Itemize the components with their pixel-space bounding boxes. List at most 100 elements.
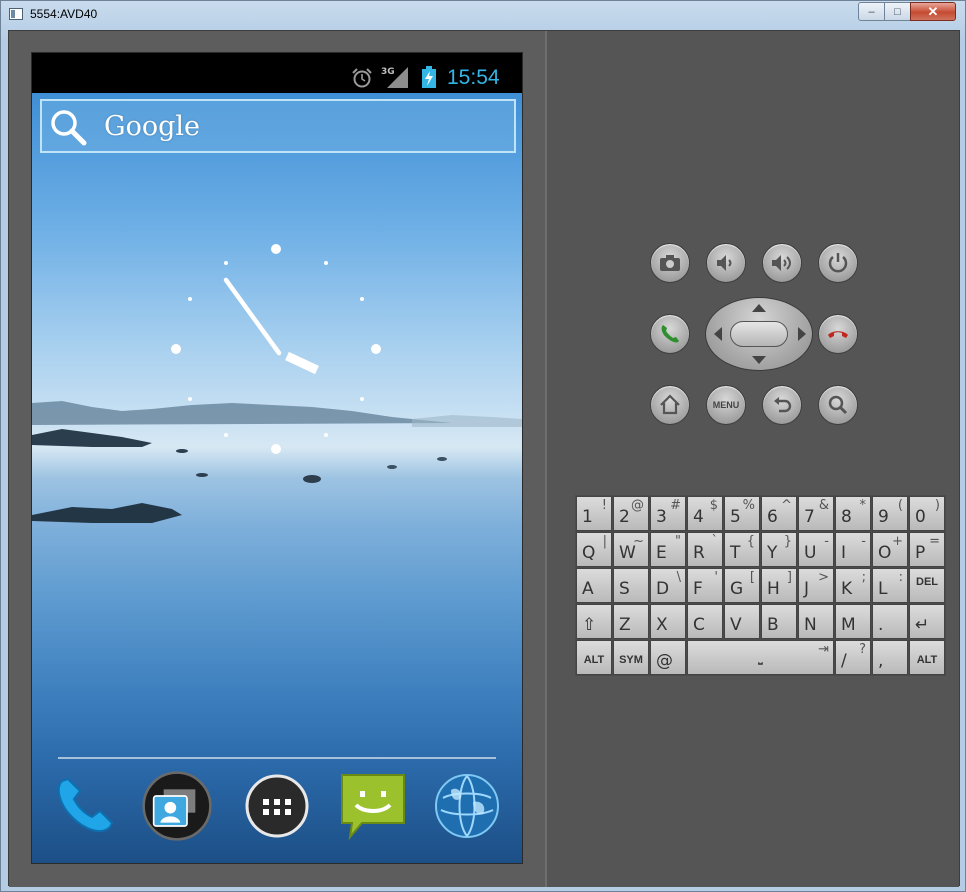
search-icon bbox=[51, 110, 87, 146]
browser-app-icon[interactable] bbox=[432, 769, 502, 843]
google-search-bar[interactable]: Google bbox=[40, 99, 516, 153]
end-call-button[interactable] bbox=[818, 314, 858, 354]
sym-key[interactable]: SYM bbox=[613, 640, 649, 675]
key-1-0[interactable]: Q | bbox=[576, 532, 612, 567]
dpad-right-arrow[interactable] bbox=[798, 327, 806, 341]
key-1-2[interactable]: E " bbox=[650, 532, 686, 567]
key-0-2[interactable]: 3 # bbox=[650, 496, 686, 531]
key-1-6[interactable]: U- bbox=[798, 532, 834, 567]
at-key[interactable]: @ bbox=[650, 640, 686, 675]
key-2-4[interactable]: G[ bbox=[724, 568, 760, 603]
volume-down-button[interactable] bbox=[706, 243, 746, 283]
close-button[interactable]: ✕ bbox=[910, 2, 956, 21]
title-bar[interactable]: 5554:AVD40 – □ ✕ bbox=[1, 1, 965, 29]
key-2-7[interactable]: K; bbox=[835, 568, 871, 603]
power-button[interactable] bbox=[818, 243, 858, 283]
key-3-2[interactable]: X bbox=[650, 604, 686, 639]
key-0-9[interactable]: 0) bbox=[909, 496, 945, 531]
minimize-button[interactable]: – bbox=[858, 2, 885, 21]
wallpaper bbox=[32, 93, 522, 863]
dpad-up-arrow[interactable] bbox=[752, 304, 766, 312]
key-2-3[interactable]: F ' bbox=[687, 568, 723, 603]
key-0-0[interactable]: 1! bbox=[576, 496, 612, 531]
key-0-5[interactable]: 6 ^ bbox=[761, 496, 797, 531]
window-title: 5554:AVD40 bbox=[30, 7, 98, 21]
alarm-icon bbox=[352, 68, 372, 88]
key-2-2[interactable]: D \ bbox=[650, 568, 686, 603]
key-2-1[interactable]: S bbox=[613, 568, 649, 603]
back-button[interactable] bbox=[762, 385, 802, 425]
back-icon bbox=[774, 397, 792, 413]
end-call-icon bbox=[828, 331, 848, 338]
analog-clock-widget[interactable] bbox=[170, 243, 382, 455]
hardware-keyboard: 1! 2 @3 #4 $5% 6 ^ 7 & 8 * 9(0) Q | W ~ E " R ` T{Y} U - I - O + P =… bbox=[575, 495, 946, 676]
key-1-7[interactable]: I- bbox=[835, 532, 871, 567]
key-1-5[interactable]: Y} bbox=[761, 532, 797, 567]
alt-right-key[interactable]: ALT bbox=[909, 640, 945, 675]
dpad-center-button[interactable] bbox=[730, 321, 788, 347]
camera-icon bbox=[660, 255, 680, 271]
key-3-1[interactable]: Z bbox=[613, 604, 649, 639]
key-0-4[interactable]: 5% bbox=[724, 496, 760, 531]
device-screen[interactable]: 3G 15:54 Google bbox=[31, 52, 523, 864]
slash-key[interactable]: /? bbox=[835, 640, 871, 675]
key-1-1[interactable]: W ~ bbox=[613, 532, 649, 567]
key-1-9[interactable]: P = bbox=[909, 532, 945, 567]
power-icon bbox=[828, 253, 848, 273]
volume-up-button[interactable] bbox=[762, 243, 802, 283]
key-3-0[interactable]: ⇧ bbox=[576, 604, 612, 639]
emulator-window: 5554:AVD40 – □ ✕ 3G 15:54 Google MENU 1 … bbox=[0, 0, 966, 892]
battery-charging-icon bbox=[422, 66, 436, 88]
key-3-5[interactable]: B bbox=[761, 604, 797, 639]
key-3-6[interactable]: N bbox=[798, 604, 834, 639]
home-icon bbox=[660, 394, 680, 415]
key-3-3[interactable]: C bbox=[687, 604, 723, 639]
key-0-8[interactable]: 9( bbox=[872, 496, 908, 531]
dpad[interactable] bbox=[705, 297, 813, 371]
key-1-4[interactable]: T{ bbox=[724, 532, 760, 567]
key-0-3[interactable]: 4 $ bbox=[687, 496, 723, 531]
key-3-4[interactable]: V bbox=[724, 604, 760, 639]
key-1-3[interactable]: R ` bbox=[687, 532, 723, 567]
dpad-left-arrow[interactable] bbox=[714, 327, 722, 341]
home-button[interactable] bbox=[650, 385, 690, 425]
key-2-9[interactable]: DEL bbox=[909, 568, 945, 603]
volume-down-icon bbox=[717, 255, 732, 271]
alt-left-key[interactable]: ALT bbox=[576, 640, 612, 675]
key-0-7[interactable]: 8 * bbox=[835, 496, 871, 531]
phone-panel: 3G 15:54 Google bbox=[9, 31, 546, 887]
key-3-8[interactable]: . bbox=[872, 604, 908, 639]
space-key[interactable]: ⎵ ⇥ bbox=[687, 640, 834, 675]
menu-button[interactable]: MENU bbox=[706, 385, 746, 425]
key-3-7[interactable]: M bbox=[835, 604, 871, 639]
comma-key[interactable]: , bbox=[872, 640, 908, 675]
svg-text:3G: 3G bbox=[381, 67, 395, 77]
call-icon bbox=[661, 325, 679, 343]
key-2-5[interactable]: H] bbox=[761, 568, 797, 603]
contacts-app-icon[interactable] bbox=[142, 769, 212, 843]
phone-app-icon[interactable] bbox=[50, 769, 120, 843]
dock bbox=[32, 769, 522, 863]
window-icon bbox=[9, 8, 23, 20]
status-time: 15:54 bbox=[447, 66, 500, 89]
app-drawer-icon[interactable] bbox=[242, 769, 312, 843]
key-2-0[interactable]: A bbox=[576, 568, 612, 603]
key-0-6[interactable]: 7 & bbox=[798, 496, 834, 531]
call-button[interactable] bbox=[650, 314, 690, 354]
dock-divider bbox=[58, 757, 496, 759]
key-2-8[interactable]: L: bbox=[872, 568, 908, 603]
key-1-8[interactable]: O + bbox=[872, 532, 908, 567]
dpad-down-arrow[interactable] bbox=[752, 356, 766, 364]
menu-label: MENU bbox=[712, 400, 740, 410]
messaging-app-icon[interactable] bbox=[338, 769, 408, 843]
hardware-controls-panel: MENU 1! 2 @3 #4 $5% 6 ^ 7 & 8 * 9(0) Q | W ~ E " R ` T{Y} U - I… bbox=[547, 31, 959, 887]
key-3-9[interactable]: ↵ bbox=[909, 604, 945, 639]
signal-3g-icon: 3G bbox=[381, 67, 408, 88]
maximize-button[interactable]: □ bbox=[884, 2, 911, 21]
search-button[interactable] bbox=[818, 385, 858, 425]
camera-button[interactable] bbox=[650, 243, 690, 283]
tab-label: ⇥ bbox=[818, 642, 829, 657]
key-2-6[interactable]: J > bbox=[798, 568, 834, 603]
volume-up-icon bbox=[772, 255, 791, 271]
key-0-1[interactable]: 2 @ bbox=[613, 496, 649, 531]
